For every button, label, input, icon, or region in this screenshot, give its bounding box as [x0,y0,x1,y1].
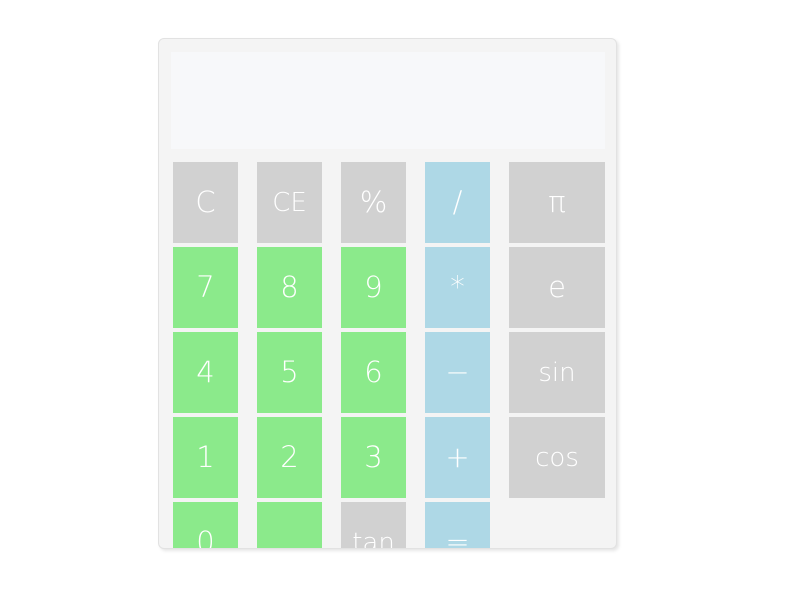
key-sin[interactable]: sin [509,332,605,413]
key-divide[interactable]: / [425,162,490,243]
key-pi[interactable]: π [509,162,605,243]
key-2[interactable]: 2 [257,417,322,498]
keypad-row: C CE% / π [173,162,616,243]
key-clear[interactable]: C [173,162,238,243]
key-add[interactable]: + [425,417,490,498]
key-clear-entry[interactable]: CE [257,162,322,243]
calculator-display[interactable] [171,52,605,149]
key-equals[interactable]: = [425,502,490,548]
key-6[interactable]: 6 [341,332,406,413]
key-multiply[interactable]: * [425,247,490,328]
key-subtract[interactable]: − [425,332,490,413]
calculator-app: C CE% / π 7 8 9 * e 4 5 6− sin 1 2 3 + cos 0. tan = [0,0,800,600]
key-tan[interactable]: tan [341,502,406,548]
keypad-row: 0. tan = [173,502,616,548]
calculator-keypad: C CE% / π 7 8 9 * e 4 5 6− sin 1 2 3 + cos 0. tan = [173,162,616,548]
keypad-row: 1 2 3 + cos [173,417,616,498]
key-empty-slot [509,502,605,548]
key-percent[interactable]: % [341,162,406,243]
key-8[interactable]: 8 [257,247,322,328]
key-3[interactable]: 3 [341,417,406,498]
calculator-card: C CE% / π 7 8 9 * e 4 5 6− sin 1 2 3 + cos 0. tan = [158,38,617,549]
key-decimal-point[interactable]: . [257,502,322,548]
key-7[interactable]: 7 [173,247,238,328]
key-e[interactable]: e [509,247,605,328]
key-1[interactable]: 1 [173,417,238,498]
key-cos[interactable]: cos [509,417,605,498]
key-5[interactable]: 5 [257,332,322,413]
keypad-row: 7 8 9 * e [173,247,616,328]
key-0[interactable]: 0 [173,502,238,548]
keypad-row: 4 5 6− sin [173,332,616,413]
key-4[interactable]: 4 [173,332,238,413]
key-9[interactable]: 9 [341,247,406,328]
